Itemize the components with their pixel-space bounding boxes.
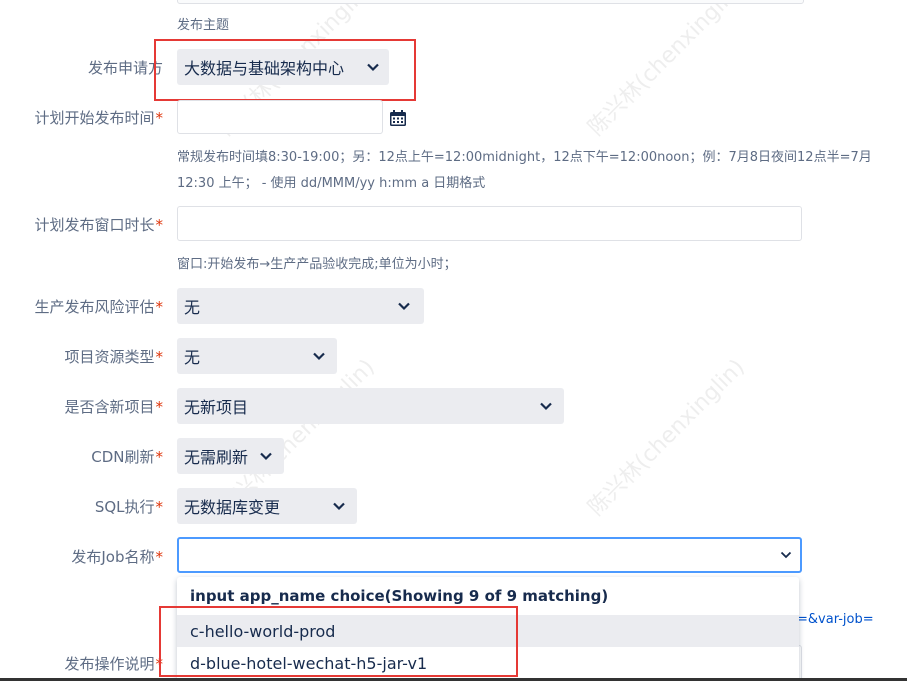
- side-link[interactable]: =&var-job=: [797, 612, 874, 627]
- plan-start-help-1: 常规发布时间填8:30-19:00；另：12点上午=12:00midnight，…: [177, 150, 872, 165]
- cdn-value: 无需刷新: [184, 448, 249, 467]
- highlight-box: [159, 606, 518, 677]
- plan-start-label: 计划开始发布时间*: [34, 109, 163, 127]
- new-project-select[interactable]: 无新项目: [177, 388, 564, 424]
- window-input[interactable]: [177, 206, 802, 241]
- chevron-down-icon: [333, 502, 345, 511]
- sql-select[interactable]: 无数据库变更: [177, 488, 357, 524]
- window-label: 计划发布窗口时长*: [34, 216, 163, 234]
- risk-value: 无: [184, 298, 201, 317]
- watermark: 陈兴林(chenxinglin): [583, 0, 750, 141]
- window-help: 窗口:开始发布→生产产品验收完成;单位为小时；: [177, 257, 457, 272]
- highlight-box: [154, 39, 416, 101]
- risk-select[interactable]: 无: [177, 288, 424, 324]
- topic-input[interactable]: [177, 0, 804, 4]
- chevron-down-icon: [780, 551, 792, 559]
- chevron-down-icon: [398, 302, 410, 311]
- resource-type-value: 无: [184, 348, 201, 367]
- cdn-select[interactable]: 无需刷新: [177, 438, 284, 474]
- resource-type-label: 项目资源类型*: [64, 348, 163, 366]
- applicant-label: 发布申请方: [87, 59, 163, 77]
- risk-label: 生产发布风险评估*: [34, 298, 163, 316]
- calendar-icon[interactable]: [389, 110, 407, 127]
- job-input[interactable]: [177, 537, 802, 573]
- sql-label: SQL执行*: [94, 498, 163, 516]
- resource-type-select[interactable]: 无: [177, 338, 337, 374]
- chevron-down-icon: [540, 402, 552, 411]
- dropdown-header: input app_name choice(Showing 9 of 9 mat…: [190, 587, 609, 605]
- watermark: 陈兴林(chenxinglin): [583, 354, 750, 521]
- job-label: 发布Job名称*: [71, 548, 163, 566]
- ops-note-label: 发布操作说明*: [64, 655, 163, 673]
- chevron-down-icon: [313, 352, 325, 361]
- plan-start-input[interactable]: [177, 100, 383, 134]
- cdn-label: CDN刷新*: [91, 448, 163, 466]
- topic-help: 发布主题: [177, 18, 230, 33]
- new-project-value: 无新项目: [184, 398, 249, 417]
- plan-start-help-2: 12:30 上午； - 使用 dd/MMM/yy h:mm a 日期格式: [177, 176, 486, 191]
- new-project-label: 是否含新项目*: [64, 398, 163, 416]
- chevron-down-icon: [260, 452, 272, 461]
- sql-value: 无数据库变更: [184, 498, 281, 517]
